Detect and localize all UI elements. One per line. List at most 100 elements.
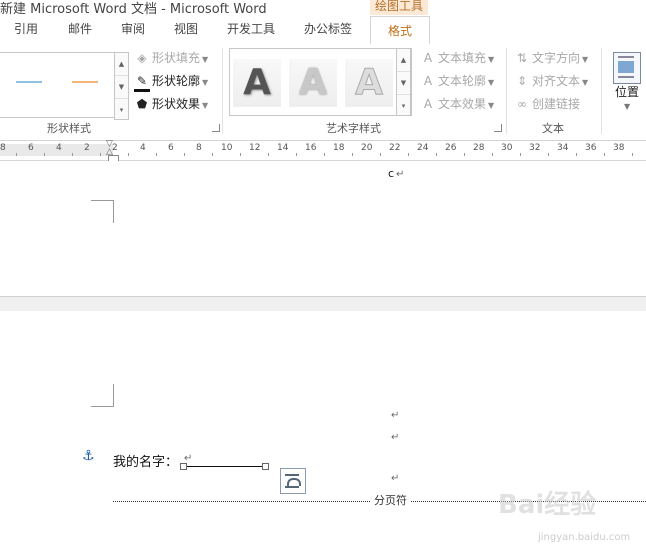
ruler-tick bbox=[156, 153, 157, 156]
shape-styles-label: 形状样式 bbox=[47, 122, 91, 135]
expand-gallery-icon[interactable]: ▾ bbox=[397, 95, 410, 117]
chevron-down-icon: ▼ bbox=[582, 55, 589, 64]
ruler-label: 2 bbox=[112, 143, 118, 153]
tab-developer[interactable]: 开发工具 bbox=[227, 20, 275, 37]
line-handle-start[interactable] bbox=[180, 463, 187, 470]
tab-mailings[interactable]: 邮件 bbox=[68, 20, 92, 37]
wordart-style-1[interactable]: A bbox=[233, 59, 281, 107]
ruler-tick bbox=[464, 153, 465, 156]
page-separator bbox=[0, 296, 646, 312]
scroll-down-icon[interactable]: ▼ bbox=[397, 72, 410, 95]
ruler-label: 6 bbox=[168, 143, 174, 153]
top-text: c bbox=[388, 167, 395, 180]
chevron-down-icon: ▼ bbox=[488, 78, 495, 87]
position-icon[interactable] bbox=[613, 52, 641, 84]
wordart-style-3[interactable]: A bbox=[345, 59, 393, 107]
position-button[interactable]: 位置 bbox=[615, 82, 639, 102]
ruler-label: 38 bbox=[613, 143, 625, 153]
paragraph-mark: ↵ bbox=[391, 432, 400, 443]
text-fill-icon: A bbox=[423, 51, 433, 65]
wordart-gallery-scroll[interactable]: ▲ ▼ ▾ bbox=[396, 48, 411, 116]
line-style-blue[interactable] bbox=[16, 81, 42, 83]
watermark-url: jingyan.baidu.com bbox=[538, 532, 631, 543]
expand-gallery-icon[interactable]: ▾ bbox=[115, 99, 128, 121]
ruler-label: 22 bbox=[389, 143, 401, 153]
scroll-up-icon[interactable]: ▲ bbox=[115, 53, 128, 76]
ruler-tick bbox=[520, 153, 521, 156]
layout-options-icon bbox=[287, 478, 301, 486]
scroll-up-icon[interactable]: ▲ bbox=[397, 49, 410, 72]
scroll-down-icon[interactable]: ▼ bbox=[115, 76, 128, 99]
wordart-launcher-icon[interactable] bbox=[494, 124, 502, 132]
line-style-orange[interactable] bbox=[72, 81, 98, 83]
ruler-label: 14 bbox=[277, 143, 289, 153]
ribbon-tabs: 引用 邮件 审阅 视图 开发工具 办公标签 格式 bbox=[0, 16, 646, 46]
ruler-label: 28 bbox=[473, 143, 485, 153]
ruler-label: 2 bbox=[84, 143, 90, 153]
tab-review[interactable]: 审阅 bbox=[121, 20, 145, 37]
shape-styles-launcher-icon[interactable] bbox=[212, 124, 220, 132]
create-link-button[interactable]: ∞ 创建链接 bbox=[514, 94, 580, 114]
paragraph-mark: ↵ bbox=[391, 473, 400, 484]
paragraph-mark: ↵ bbox=[396, 169, 405, 180]
drawing-tools-label: 绘图工具 bbox=[370, 0, 428, 15]
align-text-button[interactable]: ⇕ 对齐文本 ▼ bbox=[514, 71, 588, 91]
text-outline-button[interactable]: A 文本轮廓 ▼ bbox=[420, 71, 494, 91]
ruler-tick bbox=[548, 153, 549, 156]
title-bar: 新建 Microsoft Word 文档 - Microsoft Word 绘图… bbox=[0, 0, 646, 17]
horizontal-ruler[interactable]: ▽ △ 8 6 4 2 2 4 6 8 10 12 14 16 18 20 22 24 26 28 30 32 34 36… bbox=[0, 140, 646, 161]
ruler-tick bbox=[352, 153, 353, 156]
wordart-style-2[interactable]: A bbox=[289, 59, 337, 107]
chevron-down-icon: ▼ bbox=[202, 101, 209, 110]
ruler-label: 20 bbox=[361, 143, 373, 153]
text-effect-button[interactable]: A 文本效果 ▼ bbox=[420, 94, 494, 114]
ruler-label: 10 bbox=[221, 143, 233, 153]
tab-view[interactable]: 视图 bbox=[174, 20, 198, 37]
ruler-tick bbox=[380, 153, 381, 156]
ruler-tick bbox=[296, 153, 297, 156]
wordart-gallery[interactable]: A A A bbox=[229, 48, 412, 116]
page-break-label: 分页符 bbox=[371, 492, 410, 508]
pen-icon: ✎ bbox=[134, 74, 150, 92]
chevron-down-icon: ▼ bbox=[202, 78, 209, 87]
ruler-tick bbox=[184, 153, 185, 156]
shape-fill-button[interactable]: ◈ 形状填充 ▼ bbox=[134, 48, 208, 68]
ruler-tick bbox=[72, 153, 73, 156]
layout-options-button[interactable] bbox=[280, 468, 306, 494]
text-group-label: 文本 bbox=[542, 122, 564, 135]
ruler-label: 4 bbox=[56, 143, 62, 153]
shape-outline-button[interactable]: ✎ 形状轮廓 ▼ bbox=[134, 71, 209, 92]
ruler-tick bbox=[408, 153, 409, 156]
page-margin-corner bbox=[91, 384, 114, 407]
ruler-label: 36 bbox=[585, 143, 597, 153]
chevron-down-icon: ▼ bbox=[582, 78, 589, 87]
tab-format[interactable]: 格式 bbox=[370, 16, 430, 46]
wordart-styles-label: 艺术字样式 bbox=[326, 122, 381, 135]
drawn-line-shape[interactable] bbox=[184, 466, 266, 467]
ruler-label: 4 bbox=[140, 143, 146, 153]
ruler-tick bbox=[128, 153, 129, 156]
document-page[interactable]: c ↵ bbox=[0, 161, 646, 295]
page-margin-corner bbox=[91, 200, 114, 223]
tab-office-tab[interactable]: 办公标签 bbox=[304, 20, 352, 37]
window-title: 新建 Microsoft Word 文档 - Microsoft Word bbox=[0, 2, 267, 17]
anchor-icon[interactable]: ⚓ bbox=[82, 448, 95, 464]
line-handle-end[interactable] bbox=[262, 463, 269, 470]
ruler-tick bbox=[492, 153, 493, 156]
ruler-label: 8 bbox=[0, 143, 6, 153]
ruler-label: 24 bbox=[417, 143, 429, 153]
shape-styles-gallery[interactable] bbox=[0, 52, 115, 118]
ruler-tick bbox=[632, 153, 633, 156]
text-direction-button[interactable]: ⇅ 文字方向 ▼ bbox=[514, 48, 588, 68]
paint-bucket-icon: ◈ bbox=[137, 51, 147, 65]
ruler-tick bbox=[324, 153, 325, 156]
text-fill-button[interactable]: A 文本填充 ▼ bbox=[420, 48, 494, 68]
shape-effect-button[interactable]: ⬟ 形状效果 ▼ bbox=[134, 94, 208, 114]
shape-gallery-scroll[interactable]: ▲ ▼ ▾ bbox=[114, 52, 129, 120]
ruler-tick bbox=[240, 153, 241, 156]
paragraph-mark: ↵ bbox=[391, 410, 400, 421]
shape-effect-icon: ⬟ bbox=[136, 97, 148, 111]
text-outline-icon: A bbox=[423, 74, 433, 88]
tab-references[interactable]: 引用 bbox=[14, 20, 38, 37]
ruler-tick bbox=[576, 153, 577, 156]
